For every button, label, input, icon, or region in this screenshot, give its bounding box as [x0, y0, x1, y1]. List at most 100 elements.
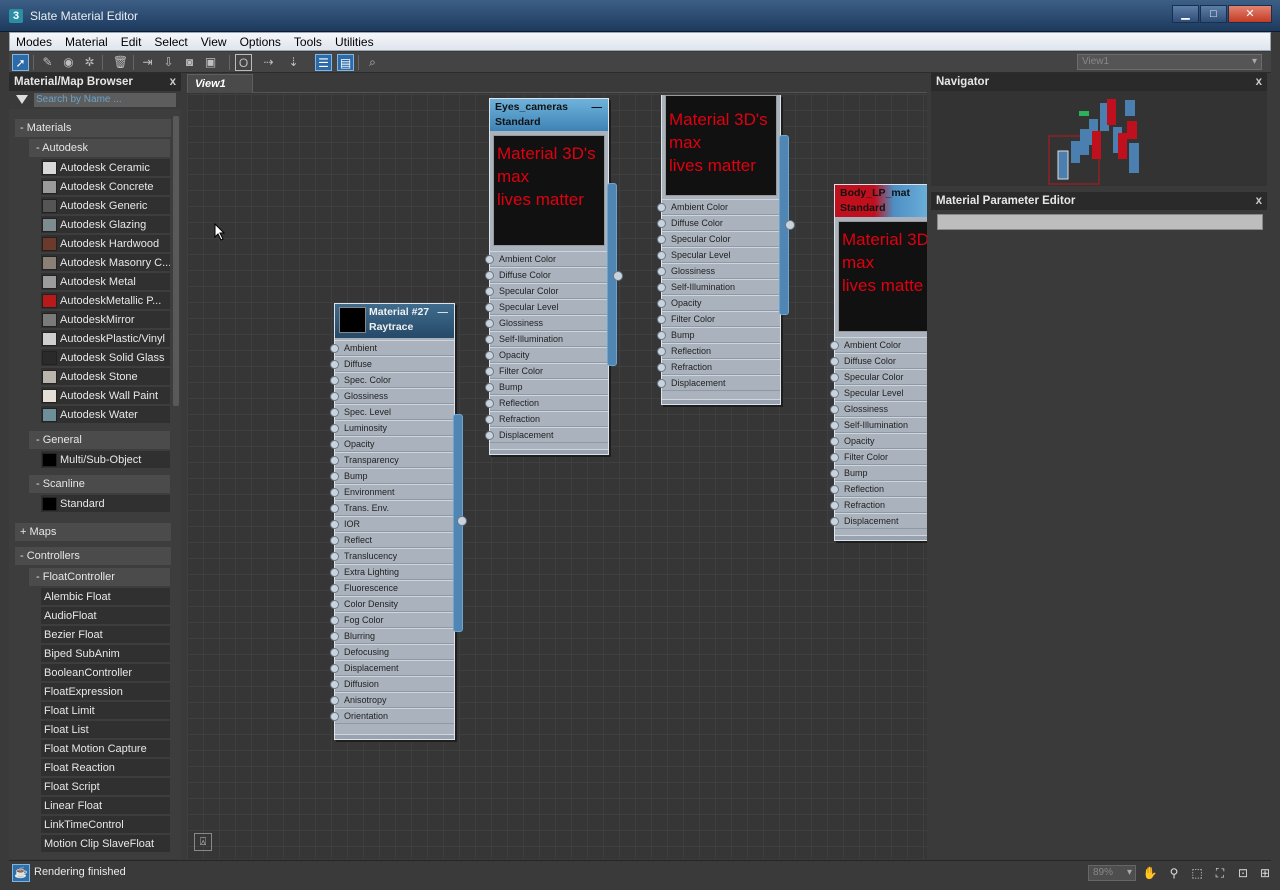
socket-icon[interactable]	[830, 389, 839, 398]
menu-tools[interactable]: Tools	[288, 35, 329, 49]
param-slot[interactable]: Orientation	[330, 708, 454, 724]
socket-icon[interactable]	[330, 408, 339, 417]
socket-icon[interactable]	[485, 415, 494, 424]
socket-icon[interactable]	[657, 251, 666, 260]
close-icon[interactable]: x	[1256, 192, 1262, 210]
list-item[interactable]: Autodesk Hardwood	[41, 235, 170, 253]
socket-icon[interactable]	[485, 383, 494, 392]
param-slot[interactable]: Anisotropy	[330, 692, 454, 708]
socket-icon[interactable]	[830, 421, 839, 430]
param-slot[interactable]: Displacement	[485, 427, 608, 443]
param-slot[interactable]: Color Density	[330, 596, 454, 612]
menu-options[interactable]: Options	[234, 35, 288, 49]
param-slot[interactable]: Luminosity	[330, 420, 454, 436]
group-materials[interactable]: - Materials	[15, 119, 171, 137]
socket-icon[interactable]	[330, 376, 339, 385]
socket-icon[interactable]	[830, 341, 839, 350]
socket-icon[interactable]	[330, 536, 339, 545]
param-slot[interactable]: Refraction	[657, 359, 780, 375]
list-item[interactable]: Float List	[41, 721, 170, 739]
socket-icon[interactable]	[485, 287, 494, 296]
layout-all-icon[interactable]: ⇢	[260, 54, 277, 71]
socket-icon[interactable]	[657, 379, 666, 388]
socket-icon[interactable]	[657, 363, 666, 372]
param-slot[interactable]: Transparency	[330, 452, 454, 468]
socket-icon[interactable]	[485, 303, 494, 312]
menu-edit[interactable]: Edit	[115, 35, 149, 49]
minimize-button[interactable]: ▁	[1172, 5, 1199, 23]
param-slot[interactable]: Diffusion	[330, 676, 454, 692]
zoom-region-icon[interactable]: ⬚	[1189, 865, 1205, 881]
socket-icon[interactable]	[485, 335, 494, 344]
show-background-icon[interactable]: ▣	[202, 54, 219, 71]
list-item[interactable]: Autodesk Glazing	[41, 216, 170, 234]
list-item[interactable]: Float Motion Capture	[41, 740, 170, 758]
move-children-icon[interactable]: ⇥	[139, 54, 156, 71]
node-resize-grip[interactable]	[335, 734, 454, 739]
list-item[interactable]: Autodesk Water	[41, 406, 170, 424]
socket-icon[interactable]	[830, 469, 839, 478]
socket-icon[interactable]	[657, 219, 666, 228]
node-header[interactable]: Eyes_cameras Standard —	[490, 99, 608, 131]
maximize-button[interactable]: □	[1200, 5, 1227, 23]
list-item[interactable]: Bezier Float	[41, 626, 170, 644]
socket-icon[interactable]	[330, 664, 339, 673]
socket-icon[interactable]	[330, 568, 339, 577]
param-slot[interactable]: Filter Color	[830, 449, 927, 465]
search-input[interactable]: Search by Name ...	[34, 93, 176, 107]
socket-icon[interactable]	[330, 360, 339, 369]
param-slot[interactable]: Reflect	[330, 532, 454, 548]
group-maps[interactable]: + Maps	[15, 523, 171, 541]
param-slot[interactable]: Glossiness	[657, 263, 780, 279]
param-slot[interactable]: Glossiness	[830, 401, 927, 417]
param-slot[interactable]: Reflection	[830, 481, 927, 497]
pick-material-icon[interactable]: ✎	[39, 54, 56, 71]
param-slot[interactable]: Specular Level	[485, 299, 608, 315]
socket-icon[interactable]	[657, 267, 666, 276]
socket-icon[interactable]	[485, 271, 494, 280]
param-slot[interactable]: Self-Illumination	[657, 279, 780, 295]
material-preview[interactable]: Material 3D max lives matte	[838, 221, 927, 332]
param-slot[interactable]: Opacity	[657, 295, 780, 311]
group-floatcontroller[interactable]: - FloatController	[29, 568, 170, 586]
socket-icon[interactable]	[330, 600, 339, 609]
list-item[interactable]: Float Limit	[41, 702, 170, 720]
menu-material[interactable]: Material	[59, 35, 115, 49]
socket-icon[interactable]	[485, 351, 494, 360]
group-scanline[interactable]: - Scanline	[29, 475, 170, 493]
show-map-icon[interactable]: ◙	[181, 54, 198, 71]
param-editor-toggle-icon[interactable]: ▤	[337, 54, 354, 71]
node-resize-grip[interactable]	[490, 449, 608, 454]
list-item[interactable]: BooleanController	[41, 664, 170, 682]
socket-icon[interactable]	[330, 488, 339, 497]
socket-icon[interactable]	[830, 501, 839, 510]
param-slot[interactable]: Bump	[657, 327, 780, 343]
delete-icon[interactable]: 🗑	[112, 54, 129, 71]
menu-modes[interactable]: Modes	[10, 35, 59, 49]
socket-icon[interactable]	[830, 437, 839, 446]
socket-icon[interactable]	[330, 440, 339, 449]
param-slot[interactable]: Fog Color	[330, 612, 454, 628]
param-slot[interactable]: Diffuse Color	[485, 267, 608, 283]
param-slot[interactable]: Specular Level	[830, 385, 927, 401]
socket-icon[interactable]	[830, 405, 839, 414]
collapse-icon[interactable]: —	[438, 305, 449, 320]
socket-icon[interactable]	[657, 331, 666, 340]
list-item[interactable]: AutodeskMetallic P...	[41, 292, 170, 310]
param-slot[interactable]: Defocusing	[330, 644, 454, 660]
output-socket-icon[interactable]	[785, 220, 795, 230]
param-slot[interactable]: Trans. Env.	[330, 500, 454, 516]
pan-to-selected-icon[interactable]: ⍓	[194, 833, 212, 851]
material-node-raytrace[interactable]: Material #27 Raytrace — Ambient Diffuse …	[330, 303, 455, 740]
socket-icon[interactable]	[830, 453, 839, 462]
param-slot[interactable]: Self-Illumination	[830, 417, 927, 433]
output-socket-icon[interactable]	[613, 271, 623, 281]
output-socket-icon[interactable]	[457, 516, 467, 526]
param-slot[interactable]: Displacement	[830, 513, 927, 529]
socket-icon[interactable]	[330, 632, 339, 641]
zoom-extents-icon[interactable]: ⛶	[1212, 865, 1228, 881]
param-slot[interactable]: Diffuse Color	[657, 215, 780, 231]
param-slot[interactable]: Translucency	[330, 548, 454, 564]
param-slot[interactable]: Ambient	[330, 340, 454, 356]
navigator-view[interactable]	[931, 91, 1267, 186]
